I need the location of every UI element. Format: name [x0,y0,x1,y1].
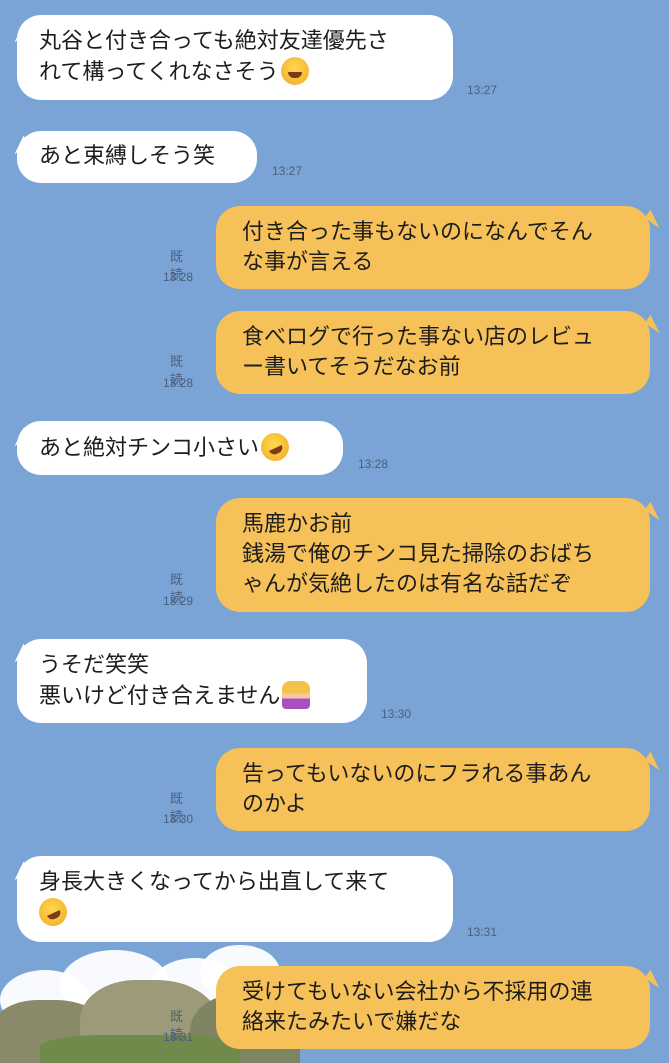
message-time: 13:30 [163,812,194,826]
message-bubble[interactable]: 馬鹿かお前 銭湯で俺のチンコ見た掃除のおばち ゃんが気絶したのは有名な話だぞ [216,498,650,612]
rofl-emoji-icon [34,893,72,931]
message-time: 13:28 [163,270,194,284]
message-time: 13:28 [358,457,389,471]
message-text: ゃんが気絶したのは有名な話だぞ [242,572,573,597]
woman-gesturing-no-emoji-icon [282,681,311,709]
message-text: ー書いてそうだなお前 [242,355,461,380]
joy-emoji-icon [280,57,309,85]
message-text: 丸谷と付き合っても絶対友達優先さ [39,29,389,54]
message-text: のかよ [242,792,307,817]
message-bubble[interactable]: 受けてもいない会社から不採用の連 絡来たみたいで嫌だな [216,966,650,1049]
message-bubble[interactable]: あと束縛しそう笑 [17,131,257,183]
chat-view[interactable]: 丸谷と付き合っても絶対友達優先さ れて構ってくれなさそう 13:27 あと束縛し… [0,0,669,1063]
message-bubble[interactable]: 付き合った事もないのになんでそん な事が言える [216,206,650,289]
message-bubble[interactable]: 告ってもいないのにフラれる事あん のかよ [216,748,650,831]
message-time: 13:29 [163,594,194,608]
message-bubble[interactable]: 食べログで行った事ない店のレビュ ー書いてそうだなお前 [216,311,650,394]
message-bubble[interactable]: うそだ笑笑 悪いけど付き合えません [17,639,367,723]
message-text: 身長大きくなってから出直して来て [39,870,390,895]
message-text: 告ってもいないのにフラれる事あん [242,762,592,787]
message-text: うそだ笑笑 [39,653,150,678]
message-time: 13:30 [381,707,412,721]
message-text: 絡来たみたいで嫌だな [242,1010,462,1035]
message-text: 食べログで行った事ない店のレビュ [242,325,595,350]
message-text: あと絶対チンコ小さい [39,436,260,461]
message-time: 13:31 [467,925,498,939]
message-bubble[interactable]: 身長大きくなってから出直して来て [17,856,453,942]
message-time: 13:28 [163,376,194,390]
message-text: 付き合った事もないのになんでそん [242,220,593,245]
message-time: 13:27 [467,83,498,97]
message-text: 悪いけど付き合えません [39,684,281,709]
message-text: あと束縛しそう笑 [39,144,216,169]
message-bubble[interactable]: あと絶対チンコ小さい [17,421,343,475]
message-text: 馬鹿かお前 [242,512,353,537]
message-text: 受けてもいない会社から不採用の連 [242,980,593,1005]
message-time: 13:31 [163,1030,194,1044]
message-text: れて構ってくれなさそう [39,60,279,85]
message-text: 銭湯で俺のチンコ見た掃除のおばち [242,542,595,567]
rofl-emoji-icon [256,428,294,466]
message-bubble[interactable]: 丸谷と付き合っても絶対友達優先さ れて構ってくれなさそう [17,15,453,100]
message-text: な事が言える [242,250,374,275]
message-time: 13:27 [272,164,303,178]
